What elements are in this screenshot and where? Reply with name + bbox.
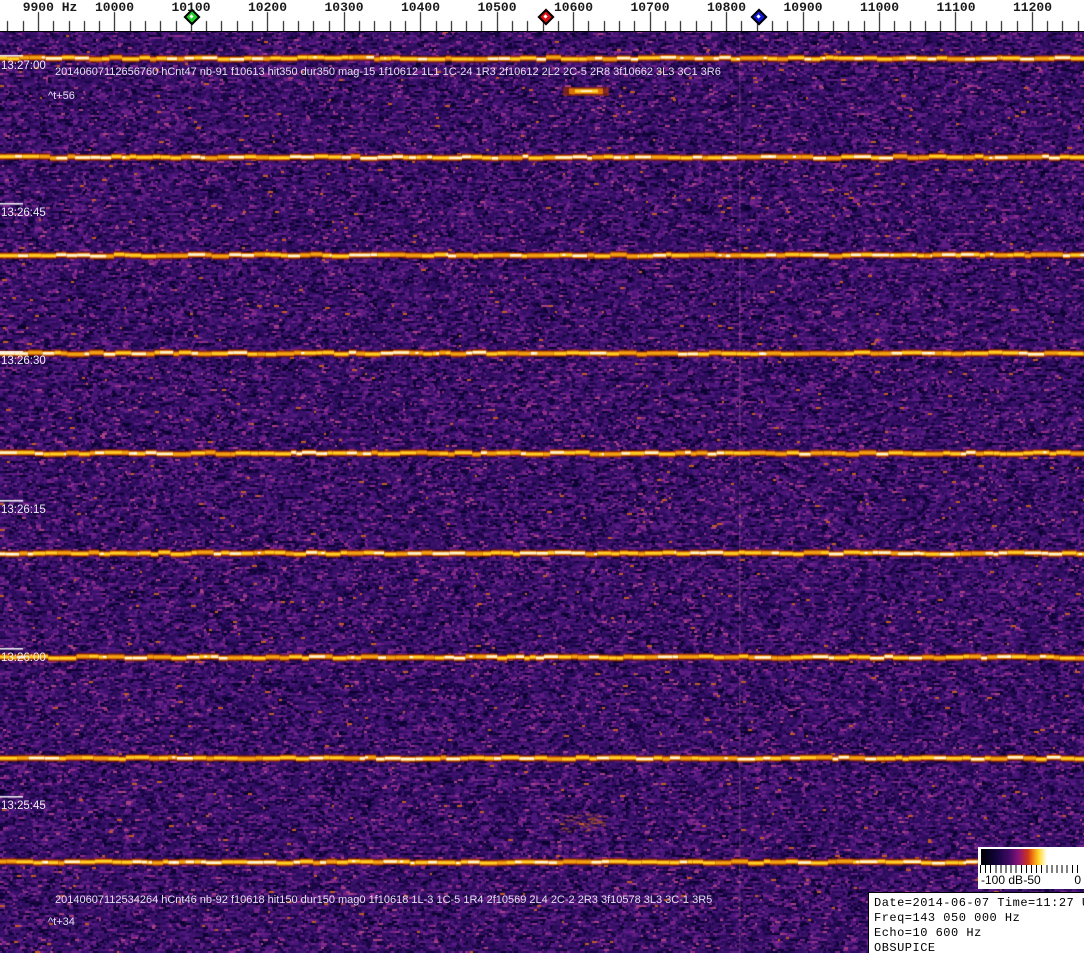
time-axis-label: 13:27:00: [1, 60, 46, 72]
info-echo: Echo=10 600 Hz: [874, 926, 982, 940]
freq-axis-label: 10500: [477, 0, 517, 15]
freq-axis-label: 10700: [630, 0, 670, 15]
intensity-colorbar: -100 dB -50 0: [978, 847, 1084, 889]
colorbar-gradient: [980, 848, 1082, 866]
marker-diamond-green[interactable]: [183, 8, 201, 26]
detection-offset-top: ^t+56: [48, 90, 75, 102]
info-frequency: Freq=143 050 000 Hz: [874, 911, 1021, 925]
freq-axis-label: 10200: [247, 0, 288, 15]
marker-diamond-blue[interactable]: [750, 8, 768, 26]
time-axis-label: 13:26:30: [1, 355, 46, 367]
time-axis-label: 13:26:15: [1, 504, 46, 516]
colorbar-label-min: -100 dB: [981, 873, 1024, 887]
time-axis-label: 13:25:45: [1, 800, 46, 812]
freq-axis-label: 10900: [783, 0, 823, 15]
spectrogram-canvas[interactable]: [0, 31, 1084, 953]
freq-axis-label: 11000: [859, 0, 900, 15]
time-axis-label: 13:26:45: [1, 207, 46, 219]
detection-offset-bottom: ^t+34: [48, 916, 75, 928]
time-axis-label: 13:26:00: [1, 652, 46, 664]
detection-annotation-top: 20140607112656760 hCnt47 nb-91 f10613 hi…: [55, 66, 721, 78]
freq-axis-label: 10600: [553, 0, 594, 15]
colorbar-label-max: 0: [1074, 873, 1081, 887]
freq-axis-label: 11200: [1012, 0, 1053, 15]
freq-axis-label: 10400: [400, 0, 441, 15]
marker-diamond-red[interactable]: [537, 8, 555, 26]
freq-axis-label: 10800: [706, 0, 747, 15]
status-info-box: Date=2014-06-07 Time=11:27 UTC Freq=143 …: [868, 892, 1084, 953]
colorbar-labels: -100 dB -50 0: [978, 873, 1084, 889]
info-date-time: Date=2014-06-07 Time=11:27 UTC: [874, 896, 1084, 910]
info-station: OBSUPICE: [874, 941, 936, 953]
colorbar-label-mid: -50: [1023, 873, 1041, 887]
app-screen: 9900 Hz 10000 10100 10200 10300 10400 10500 106…: [0, 0, 1084, 953]
detection-annotation-bottom: 20140607112534264 hCnt46 nb-92 f10618 hi…: [55, 894, 713, 906]
freq-axis-label: 10300: [324, 0, 364, 15]
freq-axis-label: 10000: [94, 0, 135, 15]
freq-axis-label: 11100: [936, 0, 976, 15]
colorbar-ticks: [980, 865, 1082, 873]
frequency-axis: 9900 Hz 10000 10100 10200 10300 10400 10500 106…: [0, 0, 1084, 32]
freq-axis-label: 9900 Hz: [22, 0, 78, 15]
